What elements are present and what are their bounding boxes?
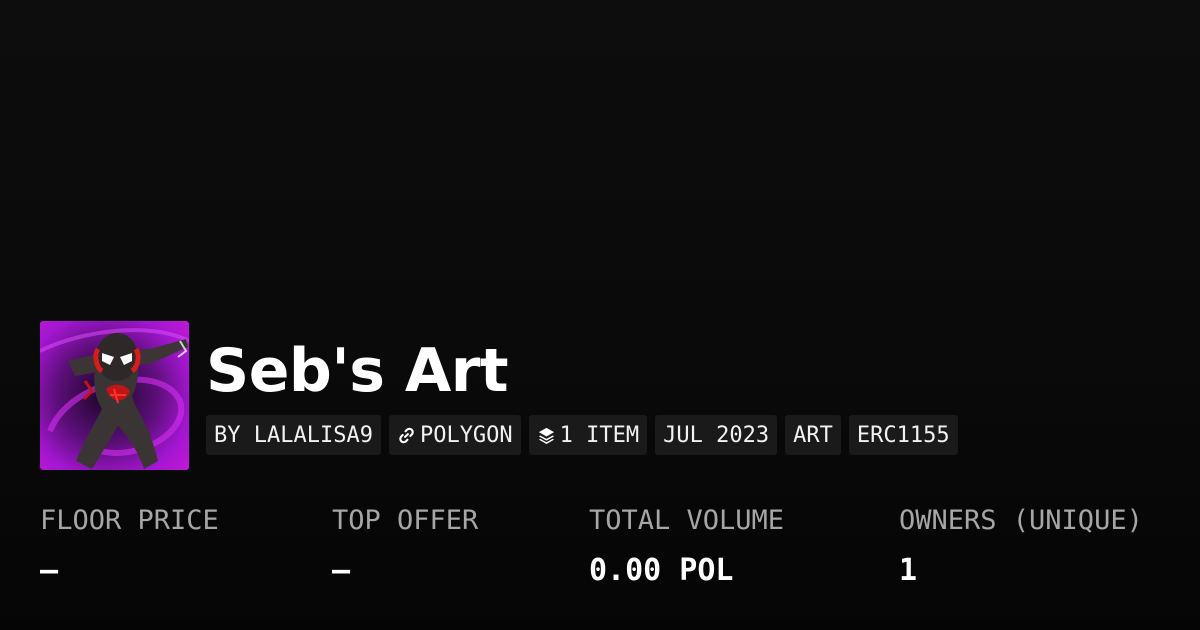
stat-label: TOP OFFER <box>332 505 479 536</box>
category-tag[interactable]: ART <box>785 415 841 455</box>
stat-value: – <box>40 553 59 588</box>
stat-total-volume: TOTAL VOLUME 0.00 POL <box>589 505 784 589</box>
stat-floor-price: FLOOR PRICE – <box>40 505 219 589</box>
chain-tag[interactable]: POLYGON <box>388 415 521 455</box>
stat-top-offer: TOP OFFER – <box>332 505 478 589</box>
chain-tag-label: POLYGON <box>419 422 513 448</box>
stat-value: – <box>332 553 351 588</box>
layers-icon <box>537 426 556 445</box>
standard-tag: ERC1155 <box>848 415 958 455</box>
chain-link-icon <box>397 426 416 445</box>
date-tag: JUL 2023 <box>655 415 778 455</box>
creator-tag[interactable]: BY LALALISA9 <box>206 415 381 455</box>
item-count-tag-label: 1 ITEM <box>559 422 640 448</box>
collection-info: Seb's Art BY LALALISA9 POLYGON 1 ITEM JU… <box>206 321 958 455</box>
collection-title: Seb's Art <box>206 336 509 406</box>
collection-stats: FLOOR PRICE – TOP OFFER – TOTAL VOLUME 0… <box>40 505 1180 595</box>
date-tag-label: JUL 2023 <box>663 422 770 448</box>
standard-tag-label: ERC1155 <box>856 422 950 448</box>
collection-header: Seb's Art BY LALALISA9 POLYGON 1 ITEM JU… <box>40 321 958 470</box>
stat-label: OWNERS (UNIQUE) <box>899 505 1143 536</box>
stat-value: 0.00 POL <box>589 553 734 588</box>
collection-tags: BY LALALISA9 POLYGON 1 ITEM JUL 2023 ART… <box>206 415 958 455</box>
creator-tag-label: BY LALALISA9 <box>214 422 373 448</box>
collection-avatar <box>40 321 189 470</box>
stat-value: 1 <box>899 553 918 588</box>
stat-label: TOTAL VOLUME <box>589 505 785 536</box>
collection-share-card: Seb's Art BY LALALISA9 POLYGON 1 ITEM JU… <box>0 0 1200 630</box>
category-tag-label: ART <box>793 422 833 448</box>
stat-label: FLOOR PRICE <box>40 505 219 536</box>
item-count-tag[interactable]: 1 ITEM <box>528 415 648 455</box>
stat-owners: OWNERS (UNIQUE) 1 <box>899 505 1143 589</box>
